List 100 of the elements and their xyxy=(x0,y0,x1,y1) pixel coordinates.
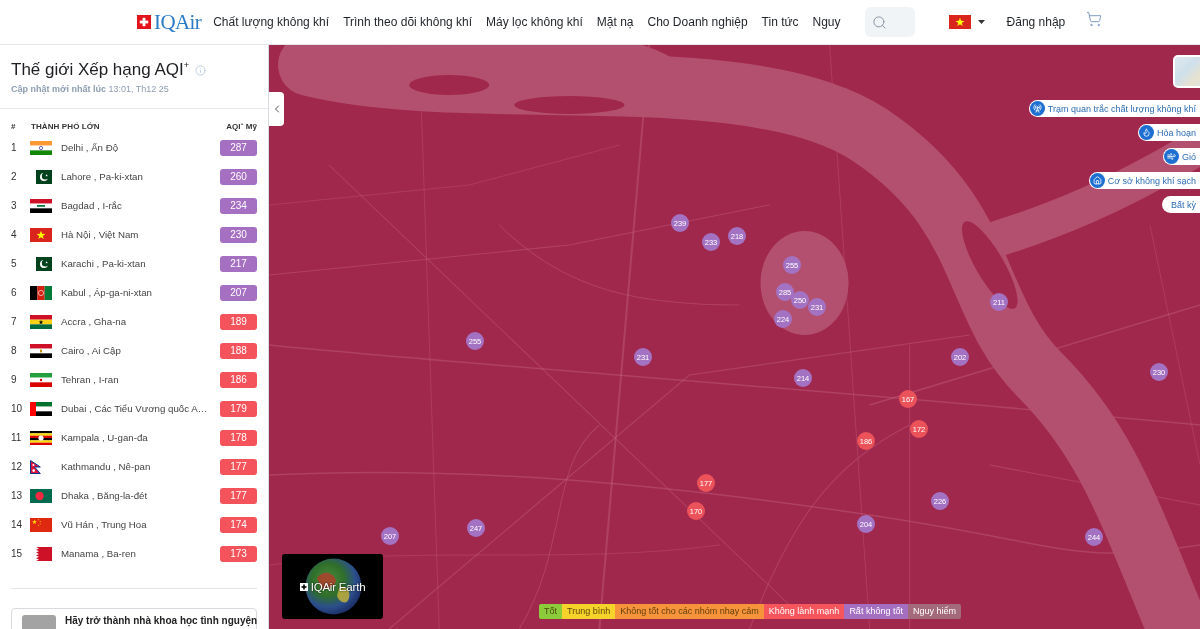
flag-icon xyxy=(30,227,52,242)
caret-icon xyxy=(977,20,985,24)
rank-number: 7 xyxy=(11,316,18,327)
legend-item: Không lành mạnh xyxy=(763,604,845,619)
aqi-badge: 186 xyxy=(220,371,257,388)
earth-logo-text: IQAir Earth xyxy=(310,580,366,593)
panel-title: Thế giới Xếp hạng AQI$^{+}$ xyxy=(11,59,190,81)
promo-card[interactable]: Hãy trở thành nhà khoa học tình nguyện xyxy=(11,608,257,629)
aqi-badge: 179 xyxy=(220,400,257,417)
city-link[interactable]: Bagdad , I-rắc xyxy=(61,200,122,211)
city-link[interactable]: Kathmandu , Nê-pan xyxy=(61,461,151,472)
aqi-badge: 173 xyxy=(220,545,257,562)
flag-icon xyxy=(30,343,52,358)
promo-text: Hãy trở thành nhà khoa học tình nguyện xyxy=(65,615,258,629)
flag-icon xyxy=(36,546,52,561)
update-time: Cập nhật mới nhất lúc 13:01, Th12 25 xyxy=(11,83,170,95)
city-link[interactable]: Delhi , Ấn Độ xyxy=(61,142,119,153)
rank-number: 8 xyxy=(11,345,18,356)
aqi-badge: 188 xyxy=(220,342,257,359)
flag-icon xyxy=(36,256,52,271)
search-field[interactable] xyxy=(864,7,915,37)
legend-item: Nguy hiểm xyxy=(907,604,961,619)
flag-icon xyxy=(30,372,52,387)
layer-button[interactable]: Trạm quan trắc chất lượng không khí xyxy=(1028,100,1200,117)
city-link[interactable]: Manama , Ba-ren xyxy=(61,548,136,559)
city-link[interactable]: Cairo , Ai Cập xyxy=(61,345,121,356)
aqi-badge: 230 xyxy=(220,226,257,243)
aqi-badge: 287 xyxy=(220,139,257,156)
column-header: # xyxy=(11,121,17,131)
cross-icon xyxy=(299,582,308,591)
layer-button[interactable]: Hỏa hoạn xyxy=(1137,124,1200,141)
nav-link[interactable]: Tin tức xyxy=(761,14,799,30)
city-link[interactable]: Kabul , Áp-ga-ni-xtan xyxy=(61,287,152,298)
iqair-logo[interactable]: IQAir xyxy=(137,10,202,34)
legend-item: Tốt xyxy=(539,604,562,619)
flag-icon xyxy=(30,488,52,503)
aqi-badge: 207 xyxy=(220,284,257,301)
rank-number: 6 xyxy=(11,287,18,298)
search-icon xyxy=(871,14,887,30)
aqi-badge: 177 xyxy=(220,487,257,504)
collapse-panel-button[interactable] xyxy=(269,92,284,126)
rank-number: 2 xyxy=(11,171,18,182)
flag-icon xyxy=(30,198,52,213)
logo-icon xyxy=(137,15,151,29)
flag-icon xyxy=(30,401,52,416)
rank-number: 1 xyxy=(11,142,18,153)
layer-button[interactable]: Cơ sở không khí sạch xyxy=(1088,172,1200,189)
flag-icon xyxy=(30,140,52,155)
layer-button[interactable]: Gió xyxy=(1163,148,1200,165)
login-link[interactable]: Đăng nhập xyxy=(1006,15,1066,29)
layer-button[interactable]: Bất kỳ xyxy=(1162,196,1200,213)
flag-icon xyxy=(30,285,52,300)
aqi-badge: 234 xyxy=(220,197,257,214)
city-link[interactable]: Kampala , U-gan-đa xyxy=(61,432,148,443)
flag-icon xyxy=(36,169,52,184)
flag-icon xyxy=(948,15,971,29)
cart-icon[interactable] xyxy=(1086,11,1103,27)
aqi-badge: 174 xyxy=(220,516,257,533)
rank-number: 15 xyxy=(11,548,24,559)
city-link[interactable]: Hà Nội , Việt Nam xyxy=(61,229,139,240)
legend-item: Không tốt cho các nhóm nhạy cảm xyxy=(615,604,764,619)
logo-text: IQAir xyxy=(154,10,202,34)
city-link[interactable]: Karachi , Pa-ki-xtan xyxy=(61,258,146,269)
aqi-badge: 178 xyxy=(220,429,257,446)
language-button[interactable] xyxy=(948,15,985,29)
flag-icon xyxy=(30,517,52,532)
earth-badge[interactable]: IQAir Earth xyxy=(282,554,383,619)
rank-number: 14 xyxy=(11,519,24,530)
aqi-badge: 189 xyxy=(220,313,257,330)
city-link[interactable]: Lahore , Pa-ki-xtan xyxy=(61,171,143,182)
rank-number: 12 xyxy=(11,461,24,472)
rank-number: 9 xyxy=(11,374,18,385)
city-link[interactable]: Dhaka , Băng-la-đét xyxy=(61,490,148,501)
legend-item: Trung bình xyxy=(562,604,616,619)
nav-link[interactable]: Chất lượng không khí xyxy=(213,14,330,30)
nav-link[interactable]: Máy lọc không khí xyxy=(486,14,583,30)
aqi-badge: 177 xyxy=(220,458,257,475)
rank-number: 4 xyxy=(11,229,18,240)
aqi-badge: 260 xyxy=(220,168,257,185)
city-link[interactable]: Vũ Hán , Trung Hoa xyxy=(61,519,147,530)
legend-item: Rất không tốt xyxy=(844,604,908,619)
nav-link[interactable]: Cho Doanh nghiệp xyxy=(647,14,748,30)
nav-link[interactable]: Mặt nạ xyxy=(596,14,634,30)
city-link[interactable]: Tehran , I-ran xyxy=(61,374,119,385)
rank-number: 5 xyxy=(11,258,18,269)
city-link[interactable]: Accra , Gha-na xyxy=(61,316,127,327)
flag-icon xyxy=(30,314,52,329)
column-header: THÀNH PHỐ LỚN xyxy=(31,121,101,131)
map-thumbnail[interactable] xyxy=(1173,55,1200,88)
rank-number: 3 xyxy=(11,200,18,211)
rank-number: 10 xyxy=(11,403,24,414)
info-icon[interactable] xyxy=(195,64,207,76)
nav-link[interactable]: Trình theo dõi không khí xyxy=(343,14,473,30)
nav-link[interactable]: Nguy xyxy=(812,14,841,30)
rank-number: 13 xyxy=(11,490,24,501)
rank-number: 11 xyxy=(11,432,23,443)
city-link[interactable]: Dubai , Các Tiểu Vương quốc A… xyxy=(61,403,208,414)
flag-icon xyxy=(30,459,41,474)
aqi-badge: 217 xyxy=(220,255,257,272)
flag-icon xyxy=(30,430,52,445)
